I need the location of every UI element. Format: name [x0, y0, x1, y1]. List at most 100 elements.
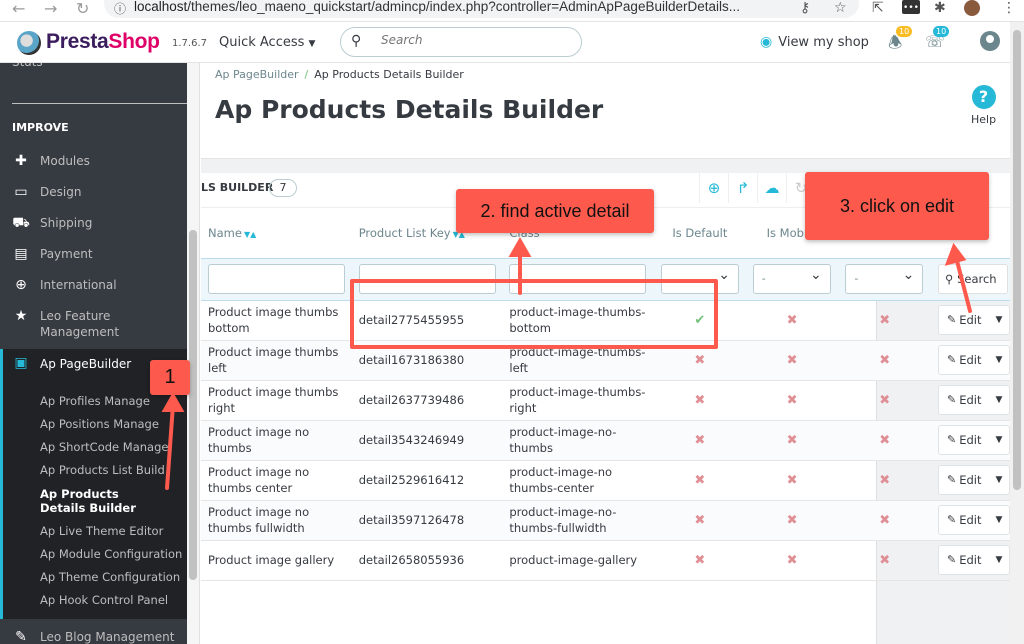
page-scrollbar-thumb[interactable] [1013, 30, 1021, 490]
cross-icon[interactable]: ✖ [787, 353, 798, 368]
annotation-step-3: 3. click on edit [805, 172, 989, 240]
caret-down-icon[interactable]: ▼ [995, 512, 1002, 528]
view-my-shop-link[interactable]: ◉ View my shop [760, 34, 869, 50]
cross-icon[interactable]: ✖ [879, 433, 890, 448]
cross-icon[interactable]: ✖ [879, 513, 890, 528]
page-title: Ap Products Details Builder [215, 95, 604, 124]
cell-name: Product image thumbs right [201, 380, 352, 421]
edit-button[interactable]: ✎ Edit ▼ [937, 505, 1010, 535]
extension-pointer-icon[interactable]: ⇱ [872, 0, 884, 16]
page-scrollbar[interactable] [1010, 22, 1024, 644]
export-button[interactable]: ↱ [728, 173, 757, 203]
browser-menu-icon[interactable]: ⋮ [1002, 0, 1016, 16]
cell-is-default: ✖ [654, 500, 746, 541]
extension-dots-icon[interactable]: ••• [902, 0, 920, 14]
filter-search-button[interactable]: ⚲ Search [937, 264, 1008, 294]
cross-icon[interactable]: ✖ [787, 513, 798, 528]
edit-button[interactable]: ✎ Edit ▼ [937, 305, 1010, 335]
sidebar-item-modules[interactable]: ✚ Modules [0, 153, 187, 173]
logo-shop-text: Shop [108, 30, 160, 53]
address-bar[interactable]: ⓘ localhost/themes/leo_maeno_quickstart/… [104, 0, 859, 18]
cross-icon[interactable]: ✖ [787, 473, 798, 488]
caret-down-icon[interactable]: ▼ [995, 472, 1002, 488]
employee-avatar-icon[interactable] [980, 31, 1000, 51]
search-icon[interactable]: ⚲ [351, 33, 361, 49]
cell-class: product-image-no-thumbs [502, 420, 655, 461]
edit-button[interactable]: ✎ Edit ▼ [937, 425, 1010, 455]
filter-is-tablet-select[interactable]: - [845, 264, 924, 294]
table-row: Product image no thumbs center detail2529… [201, 460, 1010, 501]
edit-button[interactable]: ✎ Edit ▼ [937, 345, 1010, 375]
sidebar-subitem-current[interactable]: Ap Products Details Builder [40, 487, 160, 515]
pencil-icon: ✎ [15, 629, 27, 644]
edit-button[interactable]: ✎ Edit ▼ [937, 385, 1010, 415]
key-icon[interactable]: ⚷ [800, 0, 810, 16]
caret-down-icon[interactable]: ▼ [995, 312, 1002, 328]
panel-heading: LS BUILDER [201, 181, 274, 194]
sidebar-item-shipping[interactable]: ⛟ Shipping [0, 215, 187, 235]
sidebar-item-international[interactable]: ⊕ International [0, 277, 187, 297]
sidebar-subitem[interactable]: Ap Products List Builder [40, 463, 165, 477]
cell-actions: ✎ Edit ▼ [930, 420, 1010, 461]
sidebar-subitem[interactable]: Ap Theme Configuration [40, 570, 180, 584]
cross-icon[interactable]: ✖ [879, 553, 890, 568]
cross-icon[interactable]: ✖ [694, 393, 705, 408]
cross-icon[interactable]: ✖ [694, 513, 705, 528]
sidebar-subitem[interactable]: Ap Module Configuration [40, 547, 182, 561]
search-input[interactable] [381, 33, 561, 47]
table-row: Product image gallery detail2658055936 pro… [201, 540, 1010, 581]
profile-avatar-icon[interactable] [964, 0, 980, 16]
sidebar-item-payment[interactable]: ▤ Payment [0, 246, 187, 266]
sidebar-item-design[interactable]: ▭ Design [0, 184, 187, 204]
filter-name-input[interactable] [208, 264, 345, 294]
sidebar-subitem[interactable]: Ap Live Theme Editor [40, 524, 163, 538]
cross-icon[interactable]: ✖ [787, 553, 798, 568]
sidebar-item-leo-blog[interactable]: ✎ Leo Blog Management [0, 629, 187, 644]
cross-icon[interactable]: ✖ [787, 393, 798, 408]
breadcrumb-parent[interactable]: Ap PageBuilder [215, 68, 299, 81]
sidebar-item-leo-feature[interactable]: ★ Leo Feature Management [0, 308, 187, 344]
sidebar-divider [12, 103, 187, 104]
filter-is-mobile-select[interactable]: - [752, 264, 831, 294]
upload-button[interactable]: ☁ [757, 173, 786, 203]
sidebar-scrollbar[interactable] [189, 230, 197, 580]
cross-icon[interactable]: ✖ [694, 473, 705, 488]
cross-icon[interactable]: ✖ [879, 473, 890, 488]
cross-icon[interactable]: ✖ [879, 353, 890, 368]
sidebar-subitem[interactable]: Ap ShortCode Manage [40, 440, 168, 454]
cross-icon[interactable]: ✖ [787, 313, 798, 328]
help-button[interactable]: ? Help [971, 85, 996, 126]
forward-arrow-icon[interactable]: → [44, 0, 57, 18]
messages-notification[interactable]: ☏ 10 [925, 26, 950, 51]
back-arrow-icon[interactable]: ← [12, 0, 25, 18]
reload-icon[interactable]: ↻ [76, 0, 89, 18]
cross-icon[interactable]: ✖ [694, 353, 705, 368]
prestashop-logo[interactable]: PrestaShop [46, 30, 160, 54]
extensions-puzzle-icon[interactable]: ✱ [934, 0, 946, 16]
sidebar-subitem[interactable]: Ap Profiles Manage [40, 394, 150, 408]
prestashop-logo-icon[interactable] [17, 31, 41, 55]
cell-is-tablet: ✖ [838, 420, 931, 461]
sidebar-subitem[interactable]: Ap Positions Manage [40, 417, 159, 431]
cross-icon[interactable]: ✖ [694, 433, 705, 448]
caret-down-icon[interactable]: ▼ [995, 552, 1002, 568]
cross-icon[interactable]: ✖ [879, 313, 890, 328]
cell-name: Product image thumbs left [201, 340, 352, 381]
caret-down-icon[interactable]: ▼ [995, 392, 1002, 408]
cross-icon[interactable]: ✖ [787, 433, 798, 448]
info-icon[interactable]: ⓘ [114, 0, 126, 17]
edit-button[interactable]: ✎ Edit ▼ [937, 465, 1010, 495]
caret-down-icon[interactable]: ▼ [995, 432, 1002, 448]
caret-down-icon[interactable]: ▼ [995, 352, 1002, 368]
sidebar-subitem[interactable]: Ap Hook Control Panel [40, 593, 168, 607]
sort-arrows-icon[interactable]: ▼▲ [244, 230, 256, 239]
quick-access-dropdown[interactable]: Quick Access ▼ [219, 35, 315, 50]
add-new-button[interactable]: ⊕ [699, 173, 728, 203]
header-search[interactable]: ⚲ [340, 27, 582, 57]
sidebar-item-stats[interactable]: Stats [12, 63, 43, 69]
cross-icon[interactable]: ✖ [879, 393, 890, 408]
orders-notification[interactable]: 🕭 10 [888, 26, 913, 59]
edit-button[interactable]: ✎ Edit ▼ [937, 545, 1010, 575]
cross-icon[interactable]: ✖ [694, 553, 705, 568]
bookmark-star-icon[interactable]: ☆ [834, 0, 847, 16]
